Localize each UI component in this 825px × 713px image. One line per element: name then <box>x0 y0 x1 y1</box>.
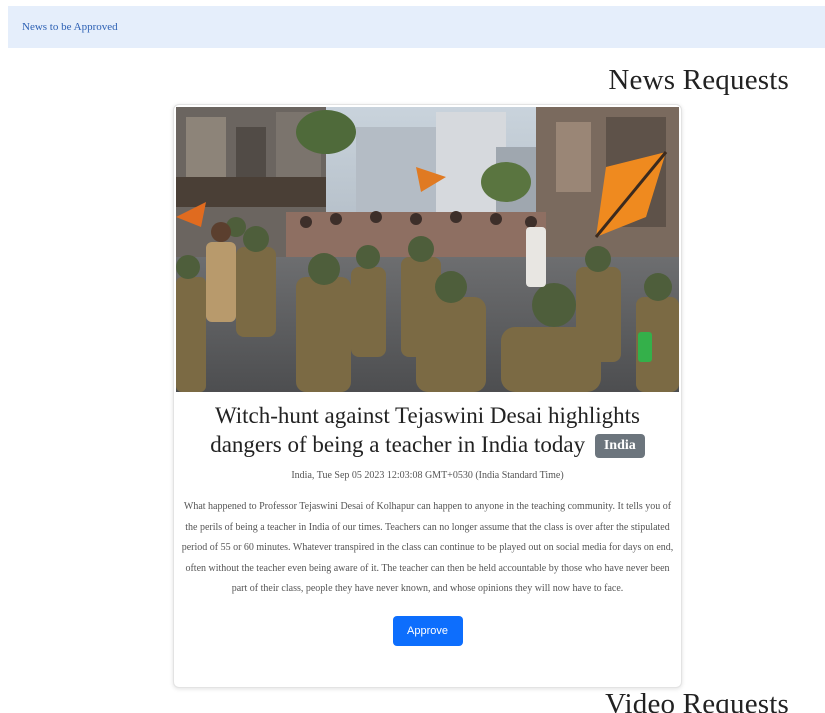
news-photo-illustration <box>176 107 679 392</box>
news-headline-text: Witch-hunt against Tejaswini Desai highl… <box>210 403 641 457</box>
navbar: News to be Approved <box>8 6 825 48</box>
news-requests-heading: News Requests <box>608 64 789 96</box>
nav-brand-link[interactable]: News to be Approved <box>22 21 118 33</box>
approve-button[interactable]: Approve <box>392 615 463 646</box>
news-card: Witch-hunt against Tejaswini Desai highl… <box>173 104 682 688</box>
page: News to be Approved News Requests Witch-… <box>0 0 825 713</box>
video-requests-heading: Video Requests <box>605 688 789 713</box>
news-photo-image <box>176 107 679 392</box>
news-meta: India, Tue Sep 05 2023 12:03:08 GMT+0530… <box>291 470 564 481</box>
news-headline: Witch-hunt against Tejaswini Desai highl… <box>193 401 663 459</box>
news-summary: What happened to Professor Tejaswini Des… <box>181 501 674 595</box>
news-card-body: Witch-hunt against Tejaswini Desai highl… <box>174 401 681 646</box>
category-badge: India <box>594 434 645 458</box>
